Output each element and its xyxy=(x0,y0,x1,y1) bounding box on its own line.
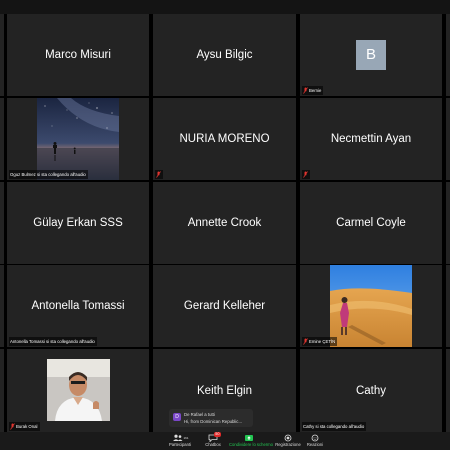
participant-name: Carmel Coyle xyxy=(336,217,406,229)
video-grid: Marco Misuri Aysu Bilgic B Bernie Oguz B… xyxy=(0,14,450,432)
window-top-bar xyxy=(0,0,450,14)
partial-tile-right xyxy=(446,98,450,180)
partial-tile-left xyxy=(0,98,4,180)
participant-name: Keith Elgin xyxy=(197,384,252,397)
participant-label-text: Antonella Tomassi si sta collegando all'… xyxy=(10,339,95,344)
participant-label: Burak Onal xyxy=(9,422,40,431)
avatar: B xyxy=(356,40,386,70)
reactions-icon xyxy=(311,434,319,442)
participant-tile[interactable]: Cathy Cathy si sta collegando all'audio xyxy=(300,349,442,432)
muted-mic-icon xyxy=(303,171,308,178)
partial-tile-right xyxy=(446,349,450,432)
participant-label-text: Bernie xyxy=(309,88,322,93)
night-sky-video-image xyxy=(37,98,119,180)
reactions-button[interactable]: Reazioni xyxy=(298,434,332,447)
participant-name: Necmettin Ayan xyxy=(330,133,412,145)
muted-mic-icon xyxy=(156,171,161,178)
muted-mic-icon xyxy=(10,423,15,430)
share-screen-icon xyxy=(245,435,253,441)
participant-name: Marco Misuri xyxy=(45,49,111,61)
chat-sender: De Rafael a tutti xyxy=(184,412,215,417)
participant-label: Emine ÇETİN xyxy=(302,337,338,346)
participant-tile[interactable]: Oguz Bulmez si sta collegando all'audio xyxy=(7,98,149,180)
chat-label: Chatbox xyxy=(205,442,221,447)
participant-name: Annette Crook xyxy=(187,217,262,229)
participant-tile[interactable]: Necmettin Ayan xyxy=(300,98,442,180)
participant-label: Cathy si sta collegando all'audio xyxy=(302,422,367,431)
share-screen-label: Condividere lo schermo xyxy=(229,442,273,447)
participants-count: 161 xyxy=(184,436,189,440)
participant-label: Antonella Tomassi si sta collegando all'… xyxy=(9,337,97,346)
partial-tile-left xyxy=(0,182,4,264)
participant-tile[interactable]: Emine ÇETİN xyxy=(300,265,442,347)
muted-mic-icon xyxy=(303,87,308,94)
participant-tile[interactable]: Burak Onal xyxy=(7,349,149,432)
partial-tile-right xyxy=(446,14,450,96)
participant-name: NURIA MORENO xyxy=(179,133,270,145)
reactions-label: Reazioni xyxy=(306,442,324,447)
participant-tile[interactable]: Aysu Bilgic xyxy=(153,14,296,96)
share-screen-button[interactable]: Condividere lo schermo xyxy=(229,434,273,447)
partial-tile-right xyxy=(446,265,450,347)
participant-name: Gülay Erkan SSS xyxy=(33,217,123,229)
participant-name: Gerard Kelleher xyxy=(183,300,266,312)
partial-tile-left xyxy=(0,265,4,347)
chat-sender-avatar: D xyxy=(173,413,181,421)
participant-tile[interactable]: NURIA MORENO xyxy=(153,98,296,180)
participant-label xyxy=(302,170,310,179)
participant-label xyxy=(155,170,163,179)
participant-label-text: Cathy si sta collegando all'audio xyxy=(303,424,365,429)
partial-tile-left xyxy=(0,14,4,96)
participant-tile[interactable]: Carmel Coyle xyxy=(300,182,442,264)
participant-name: Cathy xyxy=(355,384,387,397)
participant-label-text: Oguz Bulmez si sta collegando all'audio xyxy=(10,172,86,177)
partial-tile-right xyxy=(446,182,450,264)
meeting-toolbar: 161 Partecipanti 50 Chatbox Condividere … xyxy=(0,432,450,450)
participant-tile[interactable]: Annette Crook xyxy=(153,182,296,264)
participants-icon: 161 xyxy=(173,434,189,441)
chat-unread-badge: 50 xyxy=(213,432,221,437)
participant-tile[interactable]: Antonella Tomassi Antonella Tomassi si s… xyxy=(7,265,149,347)
participant-label: Oguz Bulmez si sta collegando all'audio xyxy=(9,170,88,179)
participant-tile[interactable]: Marco Misuri xyxy=(7,14,149,96)
participant-tile[interactable]: B Bernie xyxy=(300,14,442,96)
chat-notification[interactable]: D De Rafael a tutti Hi, from Dominican R… xyxy=(169,409,253,427)
chat-button[interactable]: 50 Chatbox xyxy=(196,432,230,447)
desert-video-image xyxy=(330,265,412,347)
participant-name: Aysu Bilgic xyxy=(196,49,253,61)
participant-tile[interactable]: Gerard Kelleher xyxy=(153,265,296,347)
participant-label-text: Emine ÇETİN xyxy=(309,339,336,344)
participant-tile[interactable]: Gülay Erkan SSS xyxy=(7,182,149,264)
participant-name: Antonella Tomassi xyxy=(31,300,125,312)
profile-photo-image xyxy=(47,359,110,421)
muted-mic-icon xyxy=(303,338,308,345)
participants-label: Partecipanti xyxy=(168,442,192,447)
record-icon xyxy=(284,434,292,442)
partial-tile-left xyxy=(0,349,4,432)
participant-label-text: Burak Onal xyxy=(16,424,38,429)
chat-message: Hi, from Dominican Republic... xyxy=(184,419,243,424)
participant-label: Bernie xyxy=(302,86,324,95)
participants-button[interactable]: 161 Partecipanti xyxy=(163,434,197,447)
